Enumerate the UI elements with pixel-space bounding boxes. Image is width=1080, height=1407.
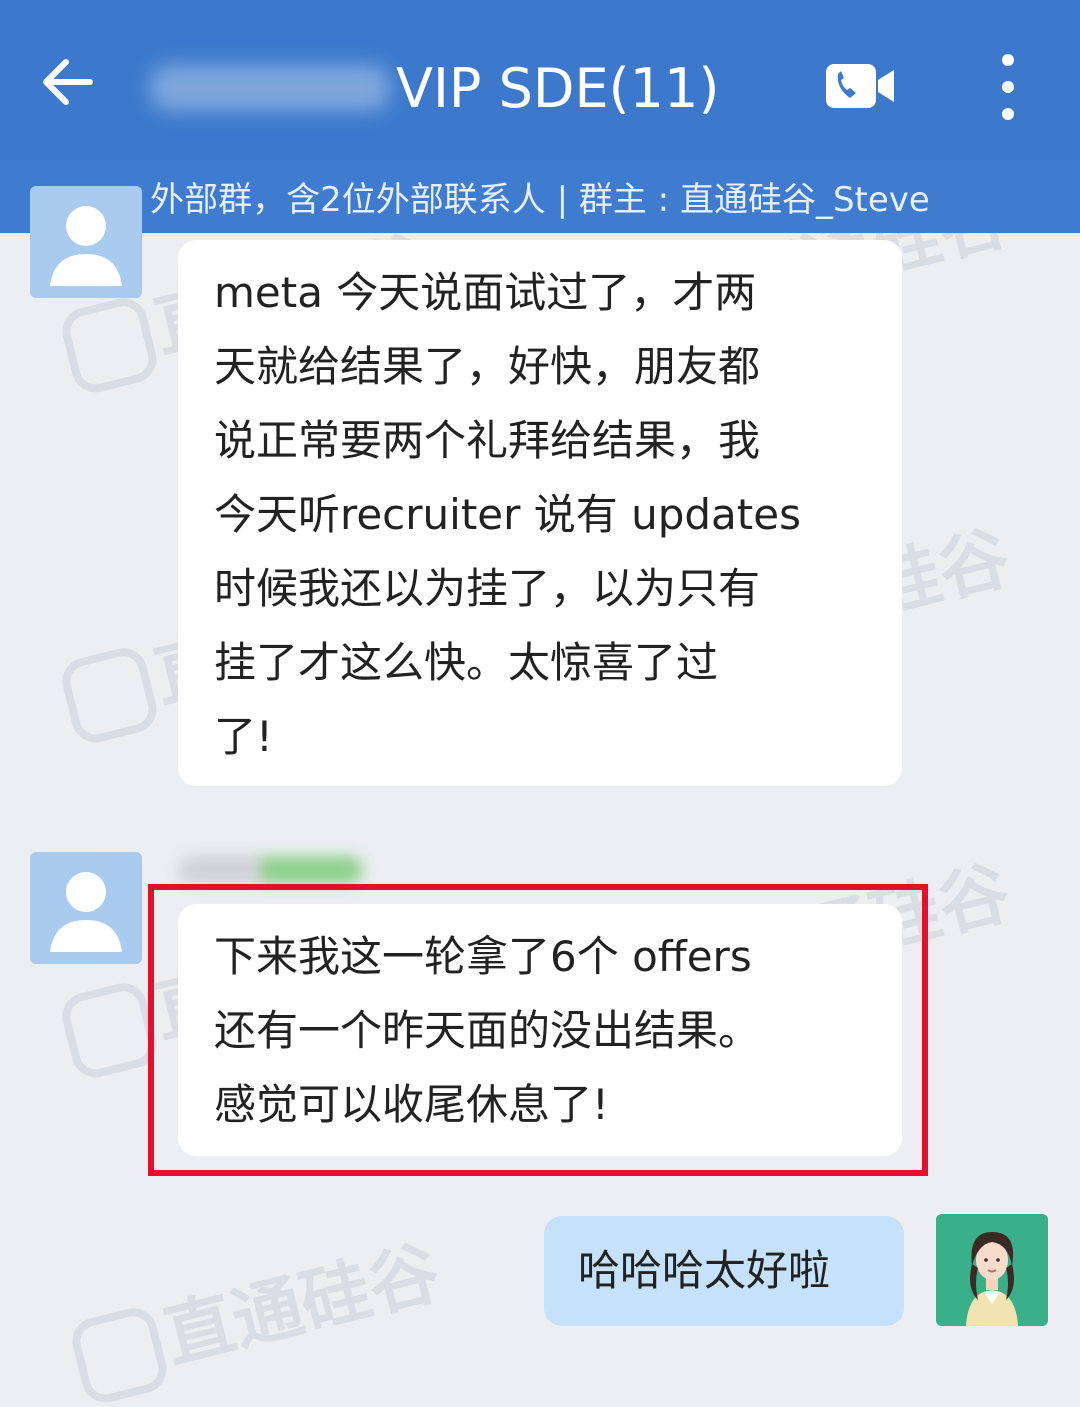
message-bubble[interactable]: meta 今天说面试过了，才两 天就给结果了，好快，朋友都 说正常要两个礼拜给结… <box>178 240 902 786</box>
message-line: 挂了才这么快。太惊喜了过 <box>214 638 719 687</box>
user-silhouette-icon <box>50 872 122 952</box>
video-call-icon <box>826 64 894 108</box>
sender-avatar[interactable] <box>30 186 142 298</box>
blurred-group-name <box>150 65 390 111</box>
sender-avatar[interactable] <box>30 852 142 964</box>
message-line: 时候我还以为挂了，以为只有 <box>214 564 761 613</box>
message-line: 哈哈哈太好啦 <box>578 1246 831 1295</box>
back-arrow-icon <box>43 59 93 105</box>
more-vertical-icon <box>1002 54 1014 120</box>
message-line: 天就给结果了，好快，朋友都 <box>214 342 761 391</box>
chat-title: VIP SDE(11) <box>150 52 719 124</box>
highlight-box <box>148 884 928 1176</box>
video-call-button[interactable] <box>824 62 896 110</box>
message-line: 了! <box>214 712 273 761</box>
own-message-bubble[interactable]: 哈哈哈太好啦 <box>544 1216 904 1326</box>
woman-avatar-icon <box>936 1214 1048 1326</box>
back-button[interactable] <box>36 50 100 114</box>
chat-title-text: VIP SDE(11) <box>396 56 720 120</box>
group-info-bar[interactable]: 外部群，含2位外部联系人 | 群主 : 直通硅谷_Steve <box>0 160 1080 233</box>
message-line: 说正常要两个礼拜给结果，我 <box>214 416 761 465</box>
top-app-bar: VIP SDE(11) <box>0 0 1080 160</box>
more-options-button[interactable] <box>990 52 1026 122</box>
own-avatar[interactable] <box>936 1214 1048 1326</box>
message-line: meta 今天说面试过了，才两 <box>214 268 757 317</box>
watermark: 直通硅谷 <box>63 1217 449 1407</box>
message-line: 今天听recruiter 说有 updates <box>214 490 801 539</box>
blurred-sender-name <box>178 856 363 884</box>
user-silhouette-icon <box>50 206 122 286</box>
group-info-text: 外部群，含2位外部联系人 | 群主 : 直通硅谷_Steve <box>150 180 930 220</box>
